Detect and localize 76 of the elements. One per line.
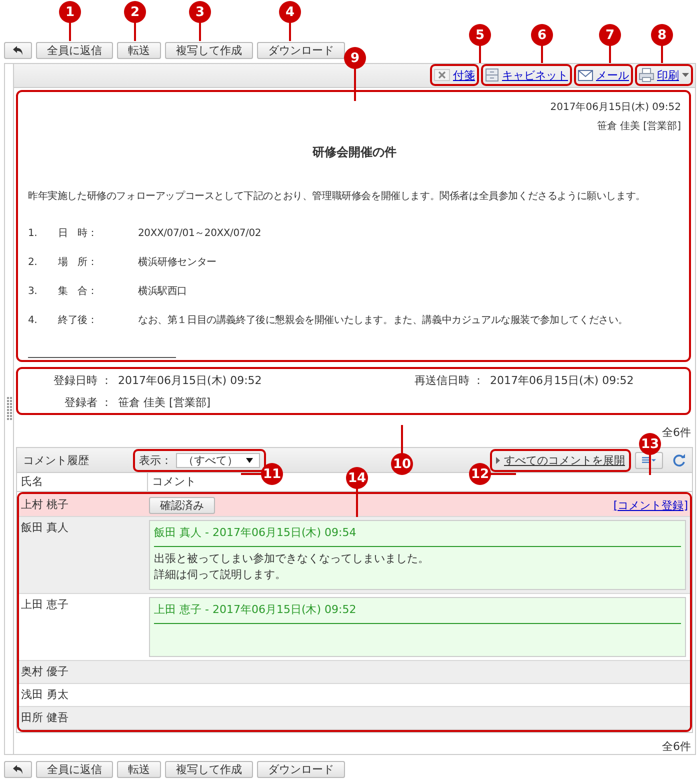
item-number: 3. [28, 286, 38, 298]
reply-icon [13, 46, 23, 55]
member-name: 飯田 真人 [20, 520, 70, 536]
comment-text: 出張と被ってしまい参加できなくなってしまいました。 [154, 551, 430, 567]
callout-badge: 8 [651, 24, 673, 46]
refresh-icon[interactable] [673, 454, 686, 466]
item-value: 20XX/07/01～20XX/07/02 [138, 228, 262, 240]
caret-icon [682, 73, 689, 78]
comment-header: 飯田 真人 - 2017年06月15日(木) 09:54 [154, 525, 681, 547]
info-value: 笹倉 佳美 [営業部] [118, 394, 212, 410]
comment-header: 上田 恵子 - 2017年06月15日(木) 09:52 [154, 602, 681, 624]
item-number: 2. [28, 256, 38, 269]
message-title: 研修会開催の件 [311, 144, 398, 161]
action-link[interactable]: キャビネット [481, 64, 572, 86]
grip-icon[interactable] [6, 397, 12, 421]
printer-icon [639, 68, 654, 82]
callout-badge: 4 [279, 1, 301, 23]
message-date: 2017年06月15日(木) 09:52 [549, 100, 681, 115]
member-name: 田所 健吾 [20, 710, 70, 726]
callout-badge: 2 [124, 1, 146, 23]
callout-badge: 3 [189, 1, 211, 23]
item-number: 4. [28, 314, 38, 327]
member-name: 奥村 優子 [20, 664, 70, 680]
info-label: 登録者 ： [64, 394, 113, 410]
item-label: 場 所： [58, 256, 98, 269]
member-name: 上村 桃子 [20, 497, 70, 513]
message-sender: 笹倉 佳美 [営業部] [596, 120, 681, 134]
add-comment-link[interactable]: [コメント登録] [613, 498, 688, 512]
comment-history-title: コメント履歴 [22, 452, 90, 468]
callout-badge: 9 [344, 47, 366, 69]
info-value: 2017年06月15日(木) 09:52 [490, 372, 635, 388]
menu-icon [642, 456, 656, 464]
item-label: 日 時： [58, 228, 98, 240]
toolbar-button[interactable]: 転送 [117, 761, 161, 778]
callout-badge: 5 [469, 24, 491, 46]
action-link[interactable]: 印刷 [635, 64, 693, 86]
filter-dropdown[interactable]: （すべて） [176, 452, 260, 468]
total-count: 全6件 [662, 426, 691, 439]
callout-badge: 6 [531, 24, 553, 46]
action-link[interactable]: 付箋 [430, 64, 479, 86]
info-value: 2017年06月15日(木) 09:52 [118, 372, 263, 388]
toolbar-button[interactable]: 複写して作成 [165, 42, 253, 59]
toolbar-button[interactable]: 転送 [117, 42, 161, 59]
member-name: 上田 恵子 [20, 597, 70, 613]
reply-icon [13, 765, 23, 774]
comment-text: 詳細は伺って説明します。 [154, 567, 287, 583]
toolbar-button[interactable]: ダウンロード [257, 42, 345, 59]
caret-icon [246, 458, 253, 462]
expand-all-link[interactable]: すべてのコメントを展開 [490, 448, 631, 472]
toolbar-button[interactable]: 全員に返信 [36, 761, 113, 778]
total-count: 全6件 [662, 740, 691, 753]
item-value: なお、第１日目の講義終了後に懇親会を開催いたします。また、講義中カジュアルな服装で参加してください。 [138, 314, 630, 327]
info-label: 再送信日時 ： [414, 372, 485, 388]
item-label: 終了後： [58, 314, 98, 327]
item-number: 1. [28, 228, 38, 240]
info-label: 登録日時 ： [52, 372, 113, 388]
filter-label: 表示： [139, 452, 172, 468]
cabinet-icon [485, 68, 499, 82]
toolbar-button[interactable]: 複写して作成 [165, 761, 253, 778]
item-value: 横浜駅西口 [138, 286, 188, 298]
item-value: 横浜研修センター [138, 256, 218, 269]
toolbar-button[interactable]: 全員に返信 [36, 42, 113, 59]
item-label: 集 合： [58, 286, 98, 298]
close-icon [434, 69, 450, 82]
back-button[interactable] [4, 42, 32, 59]
back-button[interactable] [4, 761, 32, 778]
mail-icon [578, 70, 593, 81]
callout-badge: 7 [599, 24, 621, 46]
member-name: 浅田 勇太 [20, 687, 70, 703]
message-body: 昨年実施した研修のフォローアップコースとして下記のとおり、管理職研修会を開催します。関係者は全員参加くださるように願いします。 [28, 190, 646, 203]
triangle-icon [496, 456, 500, 464]
column-header: 氏名 [20, 474, 44, 490]
callout-badge: 1 [59, 1, 81, 23]
action-link[interactable]: メール [574, 64, 633, 86]
toolbar-button[interactable]: ダウンロード [257, 761, 345, 778]
confirmed-button[interactable]: 確認済み [149, 496, 215, 514]
